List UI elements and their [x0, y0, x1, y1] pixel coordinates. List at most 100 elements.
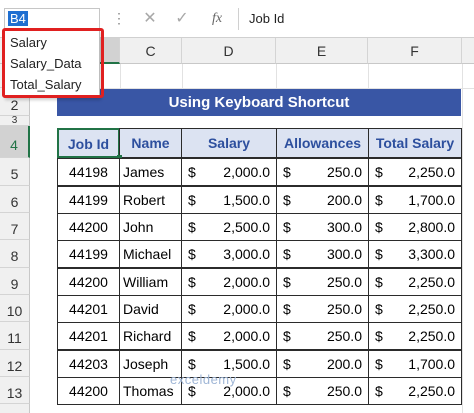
cell-name[interactable]: David	[119, 295, 182, 323]
currency-symbol: $	[375, 219, 383, 235]
enter-icon[interactable]: ✓	[172, 9, 192, 29]
cell-value: 200.0	[326, 192, 362, 208]
cell-value: 1,700.0	[408, 192, 455, 208]
currency-symbol: $	[375, 192, 383, 208]
cell-job-id[interactable]: 44198	[57, 158, 120, 186]
cell-job-id[interactable]: 44201	[57, 322, 120, 350]
cell-value: Thomas	[123, 383, 174, 399]
cell-allowances[interactable]: $250.0	[276, 268, 369, 296]
cell-total-salary[interactable]: $3,300.0	[368, 240, 462, 268]
cell-job-id[interactable]: 44200	[57, 213, 120, 241]
cell-value: 250.0	[326, 301, 362, 317]
currency-symbol: $	[375, 164, 383, 180]
cell-total-salary[interactable]: $1,700.0	[368, 186, 462, 214]
currency-symbol: $	[283, 219, 291, 235]
cell-name[interactable]: Richard	[119, 322, 182, 350]
cell-value: 2,000.0	[223, 274, 270, 290]
row-header-8[interactable]: 8	[0, 240, 30, 268]
cell-value: 2,000.0	[223, 164, 270, 180]
currency-symbol: $	[188, 164, 196, 180]
cell-job-id[interactable]: 44203	[57, 350, 120, 378]
cell-allowances[interactable]: $250.0	[276, 158, 369, 186]
cell-total-salary[interactable]: $2,250.0	[368, 322, 462, 350]
cell-value: 200.0	[326, 356, 362, 372]
cell-job-id[interactable]: 44200	[57, 268, 120, 296]
cell-allowances[interactable]: $200.0	[276, 186, 369, 214]
row-header-7[interactable]: 7	[0, 213, 30, 240]
cell-total-salary[interactable]: $1,700.0	[368, 350, 462, 378]
cell-name[interactable]: Michael	[119, 240, 182, 268]
cell-salary[interactable]: $2,500.0	[181, 213, 277, 241]
cell-value: Robert	[123, 192, 166, 208]
header-name[interactable]: Name	[119, 128, 182, 158]
cell-value: 2,250.0	[408, 301, 455, 317]
cell-value: 44198	[69, 164, 108, 180]
column-header-c[interactable]: C	[120, 38, 182, 64]
header-total-salary[interactable]: Total Salary	[368, 128, 462, 158]
column-header-f[interactable]: F	[368, 38, 462, 64]
cell-salary[interactable]: $1,500.0	[181, 186, 277, 214]
column-header-d[interactable]: D	[182, 38, 276, 64]
cell-value: 3,300.0	[408, 246, 455, 262]
insert-function-icon[interactable]: fx	[206, 9, 228, 29]
currency-symbol: $	[188, 274, 196, 290]
cell-salary[interactable]: $3,000.0	[181, 240, 277, 268]
row-header-6[interactable]: 6	[0, 186, 30, 213]
gridline	[182, 64, 183, 89]
cell-total-salary[interactable]: $2,800.0	[368, 213, 462, 241]
header-job-id[interactable]: Job Id	[57, 128, 120, 158]
cell-job-id[interactable]: 44199	[57, 186, 120, 214]
row-header-13[interactable]: 13	[0, 377, 30, 404]
cancel-icon[interactable]: ✕	[140, 9, 160, 29]
formula-input[interactable]: Job Id	[238, 8, 474, 30]
row-header-10[interactable]: 10	[0, 295, 30, 322]
cell-allowances[interactable]: $300.0	[276, 213, 369, 241]
cell-total-salary[interactable]: $2,250.0	[368, 158, 462, 186]
cell-salary[interactable]: $2,000.0	[181, 295, 277, 323]
cell-salary[interactable]: $2,000.0	[181, 268, 277, 296]
cell-job-id[interactable]: 44199	[57, 240, 120, 268]
cell-name[interactable]: James	[119, 158, 182, 186]
row-header-9[interactable]: 9	[0, 268, 30, 295]
cell-total-salary[interactable]: $2,250.0	[368, 377, 462, 405]
currency-symbol: $	[375, 246, 383, 262]
name-box[interactable]: B4	[4, 8, 100, 30]
more-options-icon[interactable]: ⋮	[112, 9, 126, 29]
currency-symbol: $	[188, 301, 196, 317]
table-title[interactable]: Using Keyboard Shortcut	[57, 89, 461, 116]
cell-job-id[interactable]: 44201	[57, 295, 120, 323]
column-header-partial	[462, 38, 474, 64]
cell-value: John	[123, 219, 154, 235]
column-header-e[interactable]: E	[276, 38, 368, 64]
currency-symbol: $	[375, 383, 383, 399]
gridline	[276, 64, 277, 89]
cell-salary[interactable]: $2,000.0	[181, 158, 277, 186]
row-header-4[interactable]: 4	[0, 126, 30, 158]
row-header-5[interactable]: 5	[0, 158, 30, 186]
currency-symbol: $	[283, 274, 291, 290]
cell-total-salary[interactable]: $2,250.0	[368, 295, 462, 323]
cell-value: 44201	[69, 328, 108, 344]
cell-value: 44199	[69, 246, 108, 262]
row-header-12[interactable]: 12	[0, 350, 30, 377]
cell-value: 3,000.0	[223, 246, 270, 262]
cell-name[interactable]: Robert	[119, 186, 182, 214]
cell-name[interactable]: John	[119, 213, 182, 241]
cell-value: 250.0	[326, 328, 362, 344]
row-header-11[interactable]: 11	[0, 322, 30, 350]
name-box-value: B4	[8, 11, 28, 26]
cell-allowances[interactable]: $250.0	[276, 322, 369, 350]
header-salary[interactable]: Salary	[181, 128, 277, 158]
watermark-logo: exceldemy	[170, 372, 237, 387]
cell-salary[interactable]: $2,000.0	[181, 322, 277, 350]
cell-name[interactable]: William	[119, 268, 182, 296]
cell-value: 2,000.0	[223, 328, 270, 344]
cell-total-salary[interactable]: $2,250.0	[368, 268, 462, 296]
header-allowances[interactable]: Allowances	[276, 128, 369, 158]
currency-symbol: $	[283, 328, 291, 344]
cell-allowances[interactable]: $250.0	[276, 295, 369, 323]
cell-allowances[interactable]: $300.0	[276, 240, 369, 268]
cell-value: 1,700.0	[408, 356, 455, 372]
row-header-3[interactable]: 3	[0, 116, 30, 126]
cell-job-id[interactable]: 44200	[57, 377, 120, 405]
